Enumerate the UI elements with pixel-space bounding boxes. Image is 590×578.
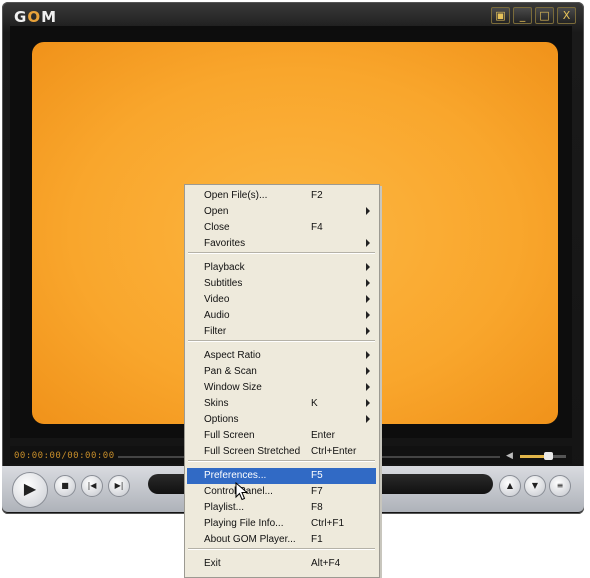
menu-item-label: Favorites xyxy=(204,238,246,249)
menu-item-shortcut: F1 xyxy=(311,534,323,545)
settings-icon: ≡ xyxy=(556,481,564,490)
menu-item-shortcut: Enter xyxy=(311,430,335,441)
menu-item-aspect-ratio[interactable]: Aspect Ratio xyxy=(187,348,376,364)
maximize-icon[interactable]: □ xyxy=(535,7,554,24)
submenu-arrow-icon xyxy=(366,263,370,271)
menu-item-subtitles[interactable]: Subtitles xyxy=(187,276,376,292)
menu-item-options[interactable]: Options xyxy=(187,412,376,428)
previous-button[interactable]: |◀ xyxy=(81,475,103,497)
logo-letter-o: O xyxy=(27,8,42,26)
window-controls: ▣ _ □ X xyxy=(491,7,576,24)
submenu-arrow-icon xyxy=(366,399,370,407)
menu-item-shortcut: Alt+F4 xyxy=(311,558,341,569)
minimize-icon[interactable]: _ xyxy=(513,7,532,24)
eject-button[interactable]: ▲ xyxy=(499,475,521,497)
menu-item-shortcut: Ctrl+F1 xyxy=(311,518,345,529)
volume-slider[interactable] xyxy=(520,452,566,460)
menu-item-label: Subtitles xyxy=(204,278,243,289)
menu-item-label: Audio xyxy=(204,310,230,321)
menu-item-skins[interactable]: Skins K xyxy=(187,396,376,412)
menu-item-label: Window Size xyxy=(204,382,262,393)
menu-item-close[interactable]: Close F4 xyxy=(187,220,376,236)
menu-item-shortcut: F7 xyxy=(311,486,323,497)
menu-item-open-file-s[interactable]: Open File(s)... F2 xyxy=(187,188,376,204)
submenu-arrow-icon xyxy=(366,383,370,391)
menu-item-shortcut: Ctrl+Enter xyxy=(311,446,357,457)
menu-item-full-screen-stretched[interactable]: Full Screen Stretched Ctrl+Enter xyxy=(187,444,376,460)
menu-item-preferences[interactable]: Preferences... F5 xyxy=(187,468,376,484)
submenu-arrow-icon xyxy=(366,351,370,359)
submenu-arrow-icon xyxy=(366,295,370,303)
menu-item-shortcut: F4 xyxy=(311,222,323,233)
menu-item-label: Filter xyxy=(204,326,227,337)
play-button[interactable]: ▶ xyxy=(12,472,48,508)
menu-item-label: Playlist... xyxy=(204,502,245,513)
menu-item-shortcut: K xyxy=(311,398,318,409)
prev-icon: |◀ xyxy=(87,481,97,490)
menu-item-exit[interactable]: Exit Alt+F4 xyxy=(187,556,376,572)
context-menu: Open File(s)... F2 Open Close F4 Favorites Pla… xyxy=(184,184,380,578)
menu-item-favorites[interactable]: Favorites xyxy=(187,236,376,252)
menu-button[interactable]: ▼ xyxy=(524,475,546,497)
menu-item-label: Preferences... xyxy=(204,470,267,481)
play-icon: ▶ xyxy=(23,481,37,498)
menu-item-label: Playback xyxy=(204,262,245,273)
menu-item-label: Full Screen Stretched xyxy=(204,446,301,457)
next-button[interactable]: ▶| xyxy=(108,475,130,497)
submenu-arrow-icon xyxy=(366,415,370,423)
volume-knob[interactable] xyxy=(543,452,553,460)
submenu-arrow-icon xyxy=(366,367,370,375)
menu-item-label: Aspect Ratio xyxy=(204,350,261,361)
menu-item-label: Pan & Scan xyxy=(204,366,257,377)
menu-item-label: Open xyxy=(204,206,229,217)
menu-item-about-gom-player[interactable]: About GOM Player... F1 xyxy=(187,532,376,548)
menu-item-control-panel[interactable]: Control Panel... F7 xyxy=(187,484,376,500)
menu-item-label: About GOM Player... xyxy=(204,534,296,545)
menu-item-shortcut: F8 xyxy=(311,502,323,513)
menu-item-full-screen[interactable]: Full Screen Enter xyxy=(187,428,376,444)
menu-item-label: Full Screen xyxy=(204,430,255,441)
menu-separator xyxy=(188,460,375,462)
close-icon[interactable]: X xyxy=(557,7,576,24)
next-icon: ▶| xyxy=(114,481,124,490)
submenu-arrow-icon xyxy=(366,279,370,287)
menu-item-label: Options xyxy=(204,414,239,425)
menu-separator xyxy=(188,252,375,254)
eject-icon: ▲ xyxy=(506,481,514,490)
logo-letter-m: M xyxy=(41,8,58,26)
menu-item-audio[interactable]: Audio xyxy=(187,308,376,324)
menu-item-playback[interactable]: Playback xyxy=(187,260,376,276)
menu-item-open[interactable]: Open xyxy=(187,204,376,220)
menu-item-shortcut: F2 xyxy=(311,190,323,201)
menu-item-label: Playing File Info... xyxy=(204,518,284,529)
logo-letter-g: G xyxy=(14,8,28,26)
menu-separator xyxy=(188,548,375,550)
submenu-arrow-icon xyxy=(366,207,370,215)
settings-button[interactable]: ≡ xyxy=(549,475,571,497)
menu-item-label: Exit xyxy=(204,558,221,569)
stop-icon: ■ xyxy=(61,481,69,490)
gom-logo: GOM xyxy=(14,8,57,26)
submenu-arrow-icon xyxy=(366,327,370,335)
menu-item-pan-scan[interactable]: Pan & Scan xyxy=(187,364,376,380)
volume-icon[interactable]: ◀ xyxy=(506,451,516,460)
menu-separator xyxy=(188,340,375,342)
mouse-cursor-icon xyxy=(235,482,249,501)
submenu-arrow-icon xyxy=(366,239,370,247)
stop-button[interactable]: ■ xyxy=(54,475,76,497)
menu-item-label: Close xyxy=(204,222,230,233)
menu-item-label: Skins xyxy=(204,398,229,409)
menu-item-window-size[interactable]: Window Size xyxy=(187,380,376,396)
pin-icon[interactable]: ▣ xyxy=(491,7,510,24)
menu-item-label: Open File(s)... xyxy=(204,190,268,201)
menu-item-label: Video xyxy=(204,294,230,305)
menu-item-filter[interactable]: Filter xyxy=(187,324,376,340)
submenu-arrow-icon xyxy=(366,311,370,319)
menu-item-shortcut: F5 xyxy=(311,470,323,481)
menu-icon: ▼ xyxy=(531,481,539,490)
time-display: 00:00:00/00:00:00 xyxy=(14,451,115,461)
menu-item-playlist[interactable]: Playlist... F8 xyxy=(187,500,376,516)
menu-item-video[interactable]: Video xyxy=(187,292,376,308)
menu-item-playing-file-info[interactable]: Playing File Info... Ctrl+F1 xyxy=(187,516,376,532)
